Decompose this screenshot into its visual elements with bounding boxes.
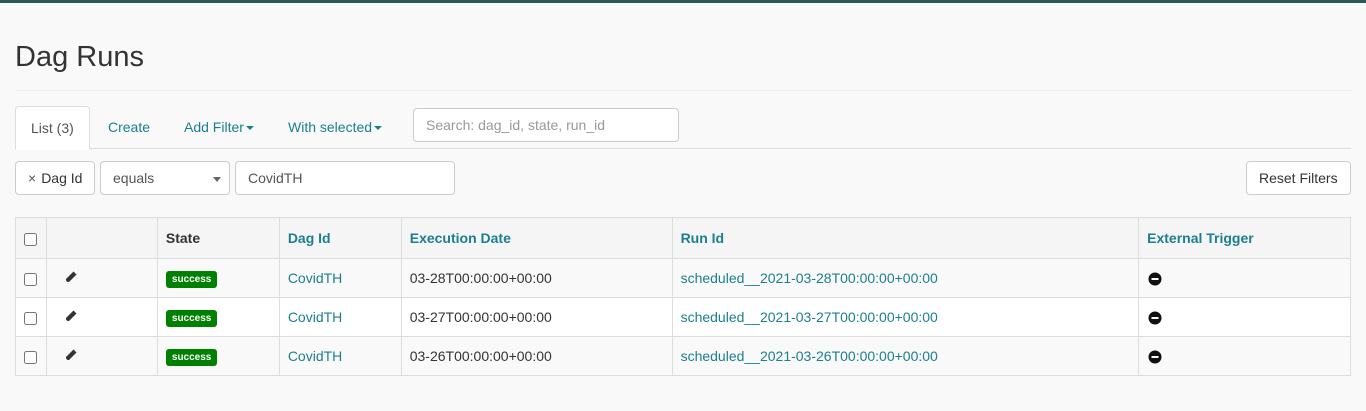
row-checkbox[interactable] xyxy=(24,350,37,364)
select-all-cell xyxy=(15,217,47,259)
chevron-down-icon xyxy=(245,126,254,131)
tab-with-selected[interactable]: With selected xyxy=(273,106,397,149)
minus-circle-icon xyxy=(1148,350,1162,364)
table-row: success CovidTH 03-27T00:00:00+00:00 sch… xyxy=(15,297,1351,337)
close-icon: × xyxy=(28,170,37,186)
pencil-icon[interactable] xyxy=(64,270,78,284)
filter-operator-value: equals xyxy=(113,170,155,186)
reset-filters-label: Reset Filters xyxy=(1259,170,1338,186)
page-title: Dag Runs xyxy=(15,41,144,73)
run-id-link[interactable]: scheduled__2021-03-26T00:00:00+00:00 xyxy=(671,336,1140,376)
actions-header xyxy=(45,217,158,259)
tab-list-label: List (3) xyxy=(31,120,74,136)
filter-value-input[interactable]: CovidTH xyxy=(235,161,455,195)
minus-circle-icon xyxy=(1148,311,1162,325)
column-header-state: State xyxy=(156,217,280,259)
dag-runs-table: State Dag Id Execution Date Run Id Exter… xyxy=(15,217,1351,376)
filter-column-label: Dag Id xyxy=(41,170,83,186)
tab-create-label: Create xyxy=(108,119,151,135)
filter-operator-select[interactable]: equals xyxy=(100,161,230,195)
execution-date-cell: 03-27T00:00:00+00:00 xyxy=(400,297,673,337)
chevron-down-icon xyxy=(374,126,383,131)
status-badge: success xyxy=(165,270,218,288)
tab-create[interactable]: Create xyxy=(93,106,165,149)
table-row: success CovidTH 03-26T00:00:00+00:00 sch… xyxy=(15,336,1351,376)
dag-id-link[interactable]: CovidTH xyxy=(278,336,402,376)
row-checkbox[interactable] xyxy=(24,272,37,286)
column-header-external-trigger[interactable]: External Trigger xyxy=(1138,217,1351,259)
filter-value-text: CovidTH xyxy=(248,170,303,186)
list-tabs: List (3) Create Add Filter With selected xyxy=(15,106,1351,150)
dag-id-link[interactable]: CovidTH xyxy=(278,297,402,337)
pencil-icon[interactable] xyxy=(64,309,78,323)
remove-filter-button[interactable]: × Dag Id xyxy=(15,161,95,195)
status-badge: success xyxy=(165,309,218,327)
reset-filters-button[interactable]: Reset Filters xyxy=(1246,161,1351,195)
table-header-row: State Dag Id Execution Date Run Id Exter… xyxy=(15,217,1351,259)
execution-date-cell: 03-26T00:00:00+00:00 xyxy=(400,336,673,376)
row-checkbox[interactable] xyxy=(24,311,37,325)
search-input[interactable] xyxy=(413,108,679,142)
pencil-icon[interactable] xyxy=(64,348,78,362)
status-badge: success xyxy=(165,348,218,366)
column-header-execution-date[interactable]: Execution Date xyxy=(400,217,673,259)
select-all-checkbox[interactable] xyxy=(24,232,37,246)
tab-add-filter-label: Add Filter xyxy=(184,119,244,135)
table-row: success CovidTH 03-28T00:00:00+00:00 sch… xyxy=(15,258,1351,298)
minus-circle-icon xyxy=(1148,272,1162,286)
chevron-down-icon xyxy=(213,177,221,182)
column-header-dag-id[interactable]: Dag Id xyxy=(278,217,402,259)
tab-add-filter[interactable]: Add Filter xyxy=(169,106,269,149)
title-divider xyxy=(15,90,1351,91)
tab-list[interactable]: List (3) xyxy=(15,106,90,150)
run-id-link[interactable]: scheduled__2021-03-27T00:00:00+00:00 xyxy=(671,297,1140,337)
execution-date-cell: 03-28T00:00:00+00:00 xyxy=(400,258,673,298)
tab-with-selected-label: With selected xyxy=(288,119,373,135)
column-header-run-id[interactable]: Run Id xyxy=(671,217,1140,259)
run-id-link[interactable]: scheduled__2021-03-28T00:00:00+00:00 xyxy=(671,258,1140,298)
dag-id-link[interactable]: CovidTH xyxy=(278,258,402,298)
